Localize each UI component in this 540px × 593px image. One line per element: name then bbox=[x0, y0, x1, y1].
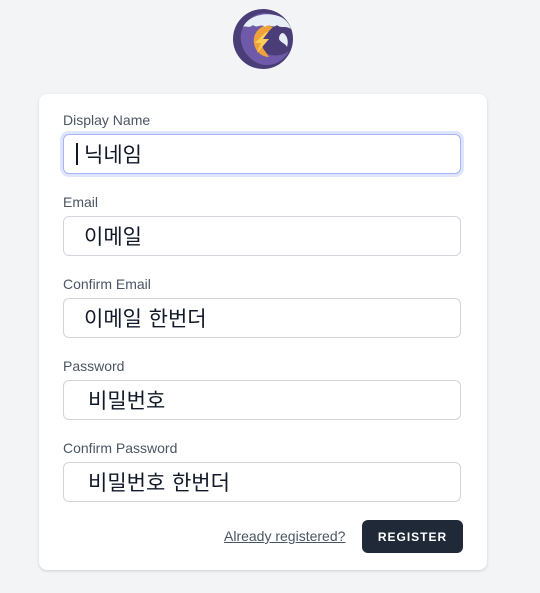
password-label: Password bbox=[63, 358, 125, 374]
email-label: Email bbox=[63, 194, 99, 210]
confirm-password-value: 비밀번호 한번더 bbox=[88, 471, 230, 495]
display-name-input[interactable]: 닉네임 bbox=[63, 134, 461, 174]
already-registered-link[interactable]: Already registered? bbox=[224, 528, 345, 544]
confirm-email-label: Confirm Email bbox=[63, 276, 151, 292]
confirm-email-input[interactable]: 이메일 한번더 bbox=[63, 298, 461, 338]
confirm-email-value: 이메일 한번더 bbox=[84, 307, 207, 331]
confirm-password-input[interactable]: 비밀번호 한번더 bbox=[63, 462, 461, 502]
register-button[interactable]: REGISTER bbox=[362, 520, 463, 553]
password-input[interactable]: 비밀번호 bbox=[63, 380, 461, 420]
email-input[interactable]: 이메일 bbox=[63, 216, 461, 256]
display-name-label: Display Name bbox=[63, 112, 151, 128]
confirm-password-label: Confirm Password bbox=[63, 440, 178, 456]
display-name-value: 닉네임 bbox=[84, 143, 142, 167]
password-value: 비밀번호 bbox=[88, 389, 166, 413]
register-card: Display Name 닉네임 Email 이메일 Confirm Email… bbox=[39, 94, 487, 570]
email-value: 이메일 bbox=[84, 225, 142, 249]
app-logo-icon bbox=[231, 7, 295, 71]
register-page: Display Name 닉네임 Email 이메일 Confirm Email… bbox=[0, 0, 540, 593]
text-caret bbox=[76, 143, 78, 165]
